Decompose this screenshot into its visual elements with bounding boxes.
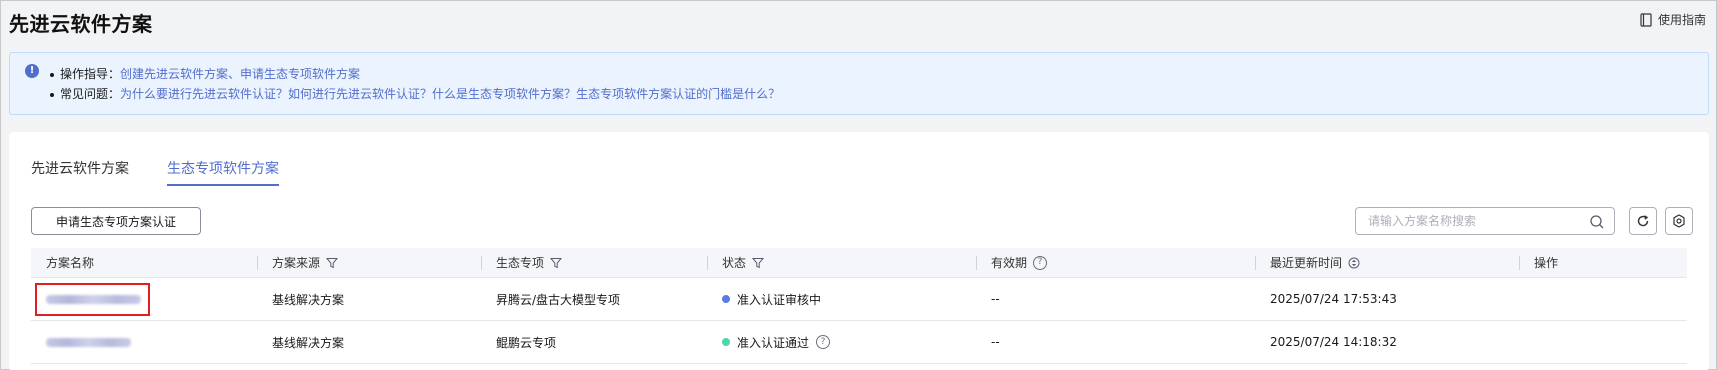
status-text: 准入认证通过 bbox=[737, 335, 810, 350]
usage-guide-link[interactable]: 使用指南 bbox=[1640, 11, 1706, 28]
page-title: 先进云软件方案 bbox=[9, 12, 153, 36]
usage-guide-label: 使用指南 bbox=[1657, 13, 1706, 27]
col-ecosystem-label: 生态专项 bbox=[496, 256, 545, 270]
search-input[interactable] bbox=[1368, 214, 1588, 228]
refresh-icon bbox=[1637, 215, 1649, 227]
book-icon bbox=[1640, 12, 1652, 27]
col-actions: 操作 bbox=[1519, 248, 1687, 277]
sort-icon[interactable] bbox=[1348, 257, 1360, 269]
info-guide-label: 操作指导： bbox=[60, 67, 121, 81]
apply-certification-button[interactable]: 申请生态专项方案认证 bbox=[31, 207, 201, 235]
table-row: 基线解决方案 鲲鹏云专项 准入认证通过 ? -- 2025/07/24 14:1… bbox=[31, 321, 1687, 364]
col-source: 方案来源 bbox=[257, 248, 481, 277]
solution-card: 先进云软件方案 生态专项软件方案 申请生态专项方案认证 请输入方案名称搜索 方案… bbox=[9, 132, 1709, 370]
solution-tabs: 先进云软件方案 生态专项软件方案 bbox=[31, 158, 279, 186]
faq-link-threshold[interactable]: 生态专项软件方案认证的门槛是什么？ bbox=[576, 85, 780, 104]
faq-link-what-is-ecosystem[interactable]: 什么是生态专项软件方案？ bbox=[432, 85, 576, 104]
cell-actions bbox=[1519, 278, 1687, 320]
cell-updated: 2025/07/24 14:18:32 bbox=[1270, 335, 1397, 349]
tab-ecosystem-solution[interactable]: 生态专项软件方案 bbox=[167, 158, 279, 186]
tab-advanced-cloud-solution[interactable]: 先进云软件方案 bbox=[31, 158, 129, 186]
col-validity-label: 有效期 bbox=[991, 256, 1028, 270]
solution-name-link[interactable] bbox=[46, 337, 131, 347]
cell-status: 准入认证通过 ? bbox=[707, 321, 976, 363]
cell-ecosystem: 昇腾云/盘古大模型专项 bbox=[496, 292, 621, 307]
col-actions-label: 操作 bbox=[1534, 256, 1559, 270]
help-icon[interactable]: ? bbox=[1033, 255, 1048, 270]
col-status: 状态 bbox=[707, 248, 976, 277]
cell-source: 基线解决方案 bbox=[272, 292, 345, 307]
filter-icon[interactable] bbox=[326, 257, 339, 269]
bullet bbox=[50, 72, 54, 77]
table-header: 方案名称 方案来源 生态专项 状态 有效期 ? 最近更新时间 操作 bbox=[31, 248, 1687, 278]
status-text: 准入认证审核中 bbox=[737, 292, 822, 307]
info-icon: ! bbox=[25, 64, 39, 78]
col-status-label: 状态 bbox=[722, 256, 747, 270]
cell-ecosystem: 鲲鹏云专项 bbox=[496, 335, 557, 350]
search-box bbox=[1355, 207, 1615, 235]
faq-link-how-certify[interactable]: 如何进行先进云软件认证？ bbox=[288, 85, 432, 104]
filter-icon[interactable] bbox=[752, 257, 765, 269]
col-validity: 有效期 ? bbox=[976, 248, 1255, 277]
cell-updated: 2025/07/24 17:53:43 bbox=[1270, 292, 1397, 306]
info-faq-label: 常见问题： bbox=[60, 87, 121, 101]
col-name-label: 方案名称 bbox=[46, 256, 95, 270]
cell-status: 准入认证审核中 bbox=[707, 278, 976, 320]
col-source-label: 方案来源 bbox=[272, 256, 321, 270]
col-updated-label: 最近更新时间 bbox=[1270, 256, 1343, 270]
table-row: 基线解决方案 昇腾云/盘古大模型专项 准入认证审核中 -- 2025/07/24… bbox=[31, 278, 1687, 321]
refresh-button[interactable] bbox=[1629, 207, 1657, 235]
highlight-box bbox=[35, 283, 150, 316]
gear-icon bbox=[1673, 214, 1685, 228]
search-icon[interactable] bbox=[1589, 214, 1605, 230]
bullet bbox=[50, 92, 54, 97]
cell-validity: -- bbox=[991, 292, 1000, 306]
col-name: 方案名称 bbox=[31, 248, 257, 277]
info-line-faq: 常见问题： 为什么要进行先进云软件认证？ 如何进行先进云软件认证？ 什么是生态专… bbox=[50, 85, 780, 104]
cell-validity: -- bbox=[991, 335, 1000, 349]
cell-name bbox=[31, 321, 257, 363]
cell-source: 基线解决方案 bbox=[272, 335, 345, 350]
col-updated: 最近更新时间 bbox=[1255, 248, 1519, 277]
create-solution-link[interactable]: 创建先进云软件方案、申请生态专项软件方案 bbox=[120, 65, 360, 84]
status-dot-passed bbox=[722, 338, 730, 346]
filter-icon[interactable] bbox=[550, 257, 563, 269]
col-ecosystem: 生态专项 bbox=[481, 248, 707, 277]
status-dot-pending bbox=[722, 295, 730, 303]
cell-actions bbox=[1519, 321, 1687, 363]
faq-link-why-certify[interactable]: 为什么要进行先进云软件认证？ bbox=[120, 85, 288, 104]
page-frame: 先进云软件方案 使用指南 ! 操作指导： 创建先进云软件方案、申请生态专项软件方… bbox=[0, 0, 1717, 370]
help-icon[interactable]: ? bbox=[816, 335, 831, 349]
settings-button[interactable] bbox=[1665, 207, 1693, 235]
solution-table: 方案名称 方案来源 生态专项 状态 有效期 ? 最近更新时间 操作 基线解决方案… bbox=[31, 248, 1687, 364]
info-banner: ! 操作指导： 创建先进云软件方案、申请生态专项软件方案 常见问题： 为什么要进… bbox=[9, 52, 1709, 115]
info-line-guide: 操作指导： 创建先进云软件方案、申请生态专项软件方案 bbox=[50, 65, 360, 84]
